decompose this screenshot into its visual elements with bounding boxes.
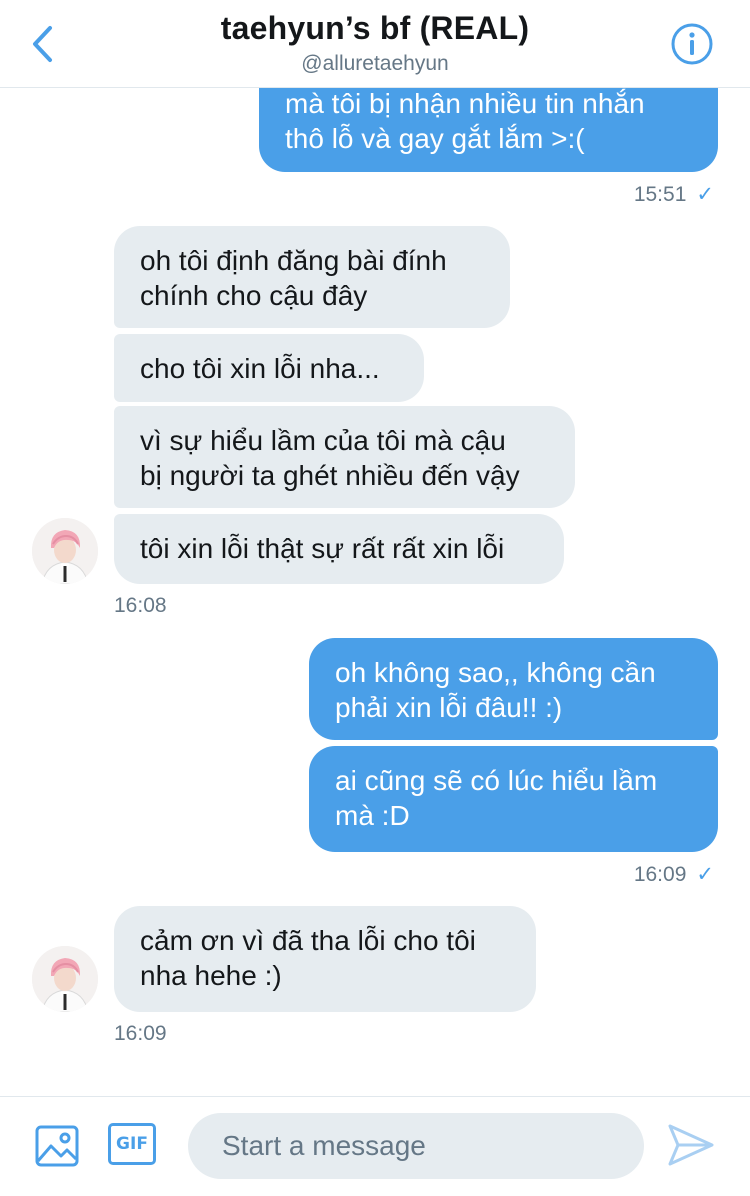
message-line: chính cho cậu đây xyxy=(140,280,368,311)
message-line: nha hehe :) xyxy=(140,960,282,991)
message-timestamp: 15:51 ✓ xyxy=(634,182,714,207)
message-timestamp: 16:09 ✓ xyxy=(634,862,714,887)
read-check-icon: ✓ xyxy=(696,183,714,206)
send-button[interactable] xyxy=(666,1121,716,1169)
add-photo-button[interactable] xyxy=(34,1123,80,1169)
message-input[interactable] xyxy=(188,1113,644,1179)
message-line: mà tôi bị nhận nhiều tin nhắn xyxy=(285,88,645,119)
message-line: cảm ơn vì đã tha lỗi cho tôi xyxy=(140,925,476,956)
send-icon xyxy=(668,1124,714,1166)
avatar-photo xyxy=(32,946,98,1012)
message-line: oh tôi định đăng bài đính xyxy=(140,245,447,276)
outgoing-message[interactable]: ai cũng sẽ có lúc hiểu lầm mà :D xyxy=(309,746,718,852)
timestamp-text: 15:51 xyxy=(633,183,687,206)
conversation-header: taehyun’s bf (REAL) @alluretaehyun xyxy=(0,0,750,88)
message-timestamp: 16:08 xyxy=(114,594,167,617)
incoming-message[interactable]: cho tôi xin lỗi nha... xyxy=(114,334,424,402)
incoming-message[interactable]: cảm ơn vì đã tha lỗi cho tôi nha hehe :) xyxy=(114,906,536,1012)
message-line: oh không sao,, không cần xyxy=(335,657,656,688)
message-line: tôi xin lỗi thật sự rất rất xin lỗi xyxy=(140,533,505,564)
timestamp-text: 16:09 xyxy=(633,863,687,886)
gif-button[interactable]: GIF xyxy=(108,1123,156,1165)
info-icon xyxy=(671,23,713,65)
message-line: cho tôi xin lỗi nha... xyxy=(140,353,380,384)
incoming-message[interactable]: oh tôi định đăng bài đính chính cho cậu … xyxy=(114,226,510,328)
message-line: bị người ta ghét nhiều đến vậy xyxy=(140,460,520,491)
message-line: mà :D xyxy=(335,800,410,831)
conversation-title[interactable]: taehyun’s bf (REAL) xyxy=(0,10,750,47)
message-line: phải xin lỗi đâu!! :) xyxy=(335,692,563,723)
conversation-handle: @alluretaehyun xyxy=(301,52,449,75)
avatar-photo xyxy=(32,518,98,584)
message-composer: GIF xyxy=(0,1096,750,1196)
message-thread: mà tôi bị nhận nhiều tin nhắn thô lỗ và … xyxy=(0,88,750,1096)
avatar[interactable] xyxy=(32,946,98,1012)
message-line: vì sự hiểu lầm của tôi mà cậu xyxy=(140,425,506,456)
message-line: thô lỗ và gay gắt lắm >:( xyxy=(285,123,585,154)
message-timestamp: 16:09 xyxy=(114,1022,167,1045)
outgoing-message[interactable]: oh không sao,, không cần phải xin lỗi đâ… xyxy=(309,638,718,740)
info-button[interactable] xyxy=(670,22,714,66)
read-check-icon: ✓ xyxy=(696,863,714,886)
incoming-message[interactable]: vì sự hiểu lầm của tôi mà cậu bị người t… xyxy=(114,406,575,508)
avatar[interactable] xyxy=(32,518,98,584)
incoming-message[interactable]: tôi xin lỗi thật sự rất rất xin lỗi xyxy=(114,514,564,584)
outgoing-message[interactable]: mà tôi bị nhận nhiều tin nhắn thô lỗ và … xyxy=(259,88,718,172)
message-line: ai cũng sẽ có lúc hiểu lầm xyxy=(335,765,658,796)
image-icon xyxy=(35,1125,79,1167)
